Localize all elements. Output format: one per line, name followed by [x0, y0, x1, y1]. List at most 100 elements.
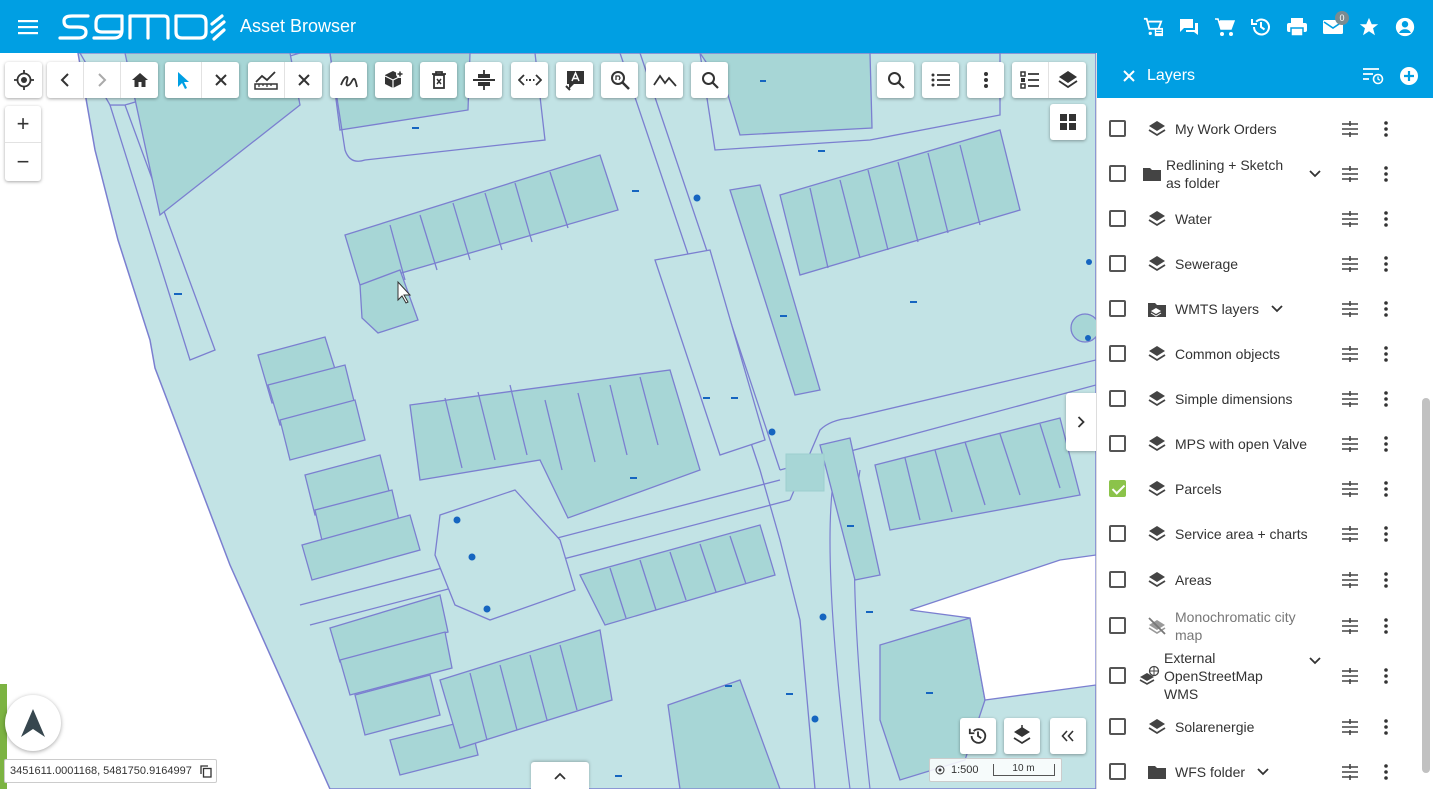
opacity-icon[interactable]	[1339, 388, 1361, 410]
opacity-icon[interactable]	[1339, 343, 1361, 365]
side-panel-toggle[interactable]	[1066, 393, 1096, 451]
locate-icon[interactable]	[5, 62, 42, 98]
back-icon[interactable]	[47, 62, 84, 98]
history-button[interactable]	[960, 718, 996, 754]
home-icon[interactable]	[121, 62, 158, 98]
layer-row[interactable]: MPS with open Valve	[1097, 421, 1422, 466]
more-icon[interactable]	[1377, 298, 1395, 320]
compass-button[interactable]	[5, 695, 61, 751]
sketch-icon[interactable]	[330, 62, 367, 98]
layer-row[interactable]: Common objects	[1097, 331, 1422, 376]
layer-row[interactable]: Monochromatic city map	[1097, 603, 1422, 648]
split-icon[interactable]	[465, 62, 502, 98]
star-icon[interactable]	[1351, 9, 1387, 45]
layer-checkbox[interactable]	[1109, 763, 1126, 780]
layer-checkbox[interactable]	[1109, 255, 1126, 272]
chat-icon[interactable]	[1171, 9, 1207, 45]
layer-checkbox[interactable]	[1109, 300, 1126, 317]
chevron-down-icon[interactable]	[1307, 166, 1323, 182]
opacity-icon[interactable]	[1339, 615, 1361, 637]
layer-checkbox[interactable]	[1109, 345, 1126, 362]
close-icon[interactable]	[1111, 69, 1147, 83]
map-view[interactable]: + − 3451611.0001168, 5481750.9164997 1:5…	[0, 53, 1096, 789]
add-layer-icon[interactable]	[1391, 66, 1427, 86]
more-icon[interactable]	[1377, 761, 1395, 783]
filter-list-icon[interactable]	[1355, 67, 1391, 85]
opacity-icon[interactable]	[1339, 665, 1361, 687]
collapse-panel-button[interactable]	[1050, 718, 1086, 754]
opacity-icon[interactable]	[1339, 761, 1361, 783]
forward-icon[interactable]	[84, 62, 121, 98]
zoom-search-icon[interactable]	[601, 62, 638, 98]
search-icon[interactable]	[877, 62, 914, 98]
more-icon[interactable]	[1377, 478, 1395, 500]
layer-checkbox[interactable]	[1109, 120, 1126, 137]
layers-scrollbar[interactable]	[1422, 398, 1430, 773]
layer-tools-button[interactable]	[1004, 718, 1040, 754]
history-icon[interactable]	[1243, 9, 1279, 45]
more-icon[interactable]	[1377, 118, 1395, 140]
layers-icon[interactable]	[1049, 62, 1086, 98]
more-icon[interactable]	[1377, 716, 1395, 738]
legend-icon[interactable]	[1012, 62, 1049, 98]
layer-checkbox[interactable]	[1109, 480, 1126, 497]
samo-logo[interactable]	[56, 0, 228, 53]
more-icon[interactable]	[1377, 523, 1395, 545]
opacity-icon[interactable]	[1339, 523, 1361, 545]
layer-checkbox[interactable]	[1109, 435, 1126, 452]
layer-checkbox[interactable]	[1109, 165, 1126, 182]
layer-row[interactable]: External OpenStreetMap WMS	[1097, 650, 1422, 702]
mail-icon[interactable]: 0	[1315, 9, 1351, 45]
layer-row[interactable]: Areas	[1097, 557, 1422, 602]
opacity-icon[interactable]	[1339, 208, 1361, 230]
more-icon[interactable]	[1377, 253, 1395, 275]
more-icon[interactable]	[1377, 569, 1395, 591]
layer-checkbox[interactable]	[1109, 390, 1126, 407]
layer-row[interactable]: Parcels	[1097, 466, 1422, 511]
layer-checkbox[interactable]	[1109, 571, 1126, 588]
layer-row[interactable]: Water	[1097, 196, 1422, 241]
measure-icon[interactable]	[248, 62, 285, 98]
basemap-grid-button[interactable]	[1050, 104, 1086, 140]
distance-icon[interactable]	[511, 62, 548, 98]
bottom-panel-toggle[interactable]	[531, 762, 589, 789]
select-pointer-icon[interactable]	[165, 62, 202, 98]
clear-selection-icon[interactable]	[202, 62, 239, 98]
add-3d-object-icon[interactable]	[375, 62, 412, 98]
opacity-icon[interactable]	[1339, 163, 1361, 185]
clear-measure-icon[interactable]	[285, 62, 322, 98]
opacity-icon[interactable]	[1339, 569, 1361, 591]
layer-checkbox[interactable]	[1109, 525, 1126, 542]
layer-checkbox[interactable]	[1109, 667, 1126, 684]
more-icon[interactable]	[967, 62, 1004, 98]
search-icon[interactable]	[691, 62, 728, 98]
layer-row[interactable]: My Work Orders	[1097, 106, 1422, 151]
layer-row[interactable]: Simple dimensions	[1097, 376, 1422, 421]
more-icon[interactable]	[1377, 163, 1395, 185]
delete-icon[interactable]	[420, 62, 457, 98]
layer-checkbox[interactable]	[1109, 210, 1126, 227]
layer-checkbox[interactable]	[1109, 617, 1126, 634]
layer-row[interactable]: Sewerage	[1097, 241, 1422, 286]
layer-row[interactable]: Solarenergie	[1097, 704, 1422, 749]
layer-row[interactable]: WFS folder	[1097, 749, 1422, 789]
layer-row[interactable]: Redlining + Sketch as folder	[1097, 151, 1422, 196]
text-annotation-icon[interactable]	[556, 62, 593, 98]
chevron-down-icon[interactable]	[1255, 764, 1271, 780]
more-icon[interactable]	[1377, 615, 1395, 637]
more-icon[interactable]	[1377, 665, 1395, 687]
more-icon[interactable]	[1377, 208, 1395, 230]
cart-icon[interactable]	[1207, 9, 1243, 45]
cart-list-icon[interactable]	[1135, 9, 1171, 45]
opacity-icon[interactable]	[1339, 433, 1361, 455]
chevron-down-icon[interactable]	[1307, 653, 1323, 669]
opacity-icon[interactable]	[1339, 253, 1361, 275]
more-icon[interactable]	[1377, 388, 1395, 410]
print-icon[interactable]	[1279, 9, 1315, 45]
more-icon[interactable]	[1377, 433, 1395, 455]
opacity-icon[interactable]	[1339, 118, 1361, 140]
opacity-icon[interactable]	[1339, 478, 1361, 500]
opacity-icon[interactable]	[1339, 298, 1361, 320]
list-icon[interactable]	[922, 62, 959, 98]
layer-row[interactable]: Service area + charts	[1097, 511, 1422, 556]
